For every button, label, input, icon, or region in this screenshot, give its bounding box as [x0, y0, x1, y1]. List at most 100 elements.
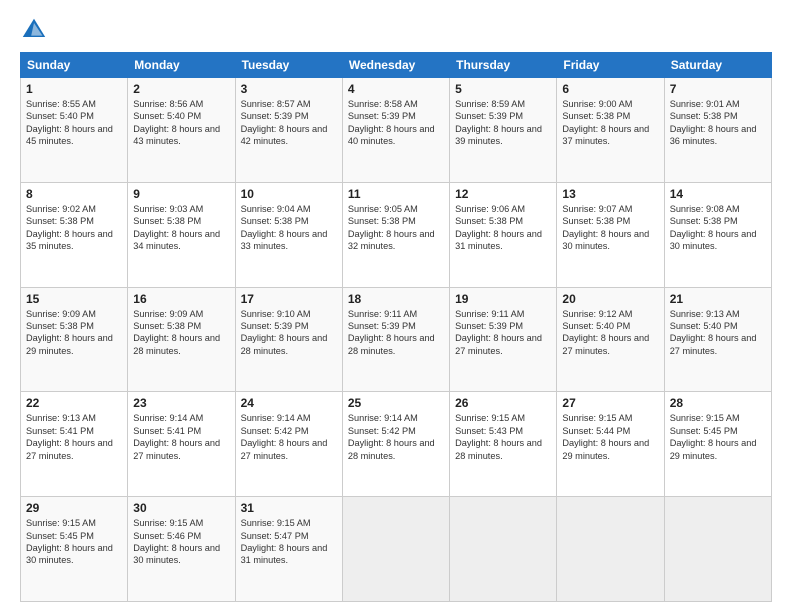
calendar-cell: 22 Sunrise: 9:13 AMSunset: 5:41 PMDayligh… [21, 392, 128, 497]
cell-info: Sunrise: 9:00 AMSunset: 5:38 PMDaylight:… [562, 99, 649, 146]
cell-info: Sunrise: 9:09 AMSunset: 5:38 PMDaylight:… [26, 309, 113, 356]
cell-info: Sunrise: 9:09 AMSunset: 5:38 PMDaylight:… [133, 309, 220, 356]
calendar-cell: 16 Sunrise: 9:09 AMSunset: 5:38 PMDayligh… [128, 287, 235, 392]
day-header-monday: Monday [128, 53, 235, 78]
cell-info: Sunrise: 9:11 AMSunset: 5:39 PMDaylight:… [455, 309, 542, 356]
calendar-cell: 25Sunrise: 9:14 AMSunset: 5:42 PMDayligh… [342, 392, 449, 497]
calendar-cell: 12 Sunrise: 9:06 AMSunset: 5:38 PMDayligh… [450, 182, 557, 287]
day-number: 5 [455, 82, 551, 96]
calendar-cell [664, 497, 771, 602]
calendar-cell: 10Sunrise: 9:04 AMSunset: 5:38 PMDayligh… [235, 182, 342, 287]
calendar-cell: 6 Sunrise: 9:00 AMSunset: 5:38 PMDaylight… [557, 78, 664, 183]
calendar-cell: 28 Sunrise: 9:15 AMSunset: 5:45 PMDayligh… [664, 392, 771, 497]
calendar-cell: 30 Sunrise: 9:15 AMSunset: 5:46 PMDayligh… [128, 497, 235, 602]
cell-info: Sunrise: 9:08 AMSunset: 5:38 PMDaylight:… [670, 204, 757, 251]
day-number: 8 [26, 187, 122, 201]
week-row-1: 1 Sunrise: 8:55 AMSunset: 5:40 PMDaylight… [21, 78, 772, 183]
day-number: 21 [670, 292, 766, 306]
day-number: 16 [133, 292, 229, 306]
calendar-cell: 1 Sunrise: 8:55 AMSunset: 5:40 PMDaylight… [21, 78, 128, 183]
day-number: 29 [26, 501, 122, 515]
day-number: 11 [348, 187, 444, 201]
cell-info: Sunrise: 8:56 AMSunset: 5:40 PMDaylight:… [133, 99, 220, 146]
day-header-wednesday: Wednesday [342, 53, 449, 78]
day-number: 22 [26, 396, 122, 410]
header [20, 16, 772, 44]
day-number: 30 [133, 501, 229, 515]
week-row-5: 29 Sunrise: 9:15 AMSunset: 5:45 PMDayligh… [21, 497, 772, 602]
logo-icon [20, 16, 48, 44]
day-number: 3 [241, 82, 337, 96]
cell-info: Sunrise: 9:02 AMSunset: 5:38 PMDaylight:… [26, 204, 113, 251]
day-number: 9 [133, 187, 229, 201]
calendar-cell: 3Sunrise: 8:57 AMSunset: 5:39 PMDaylight… [235, 78, 342, 183]
week-row-3: 15 Sunrise: 9:09 AMSunset: 5:38 PMDayligh… [21, 287, 772, 392]
cell-info: Sunrise: 9:06 AMSunset: 5:38 PMDaylight:… [455, 204, 542, 251]
day-number: 12 [455, 187, 551, 201]
day-number: 17 [241, 292, 337, 306]
page: SundayMondayTuesdayWednesdayThursdayFrid… [0, 0, 792, 612]
cell-info: Sunrise: 9:15 AMSunset: 5:45 PMDaylight:… [26, 518, 113, 565]
calendar-cell: 20 Sunrise: 9:12 AMSunset: 5:40 PMDayligh… [557, 287, 664, 392]
day-header-sunday: Sunday [21, 53, 128, 78]
calendar-cell: 4 Sunrise: 8:58 AMSunset: 5:39 PMDaylight… [342, 78, 449, 183]
calendar-cell: 9 Sunrise: 9:03 AMSunset: 5:38 PMDaylight… [128, 182, 235, 287]
cell-info: Sunrise: 8:58 AMSunset: 5:39 PMDaylight:… [348, 99, 435, 146]
day-number: 15 [26, 292, 122, 306]
calendar-cell: 18 Sunrise: 9:11 AMSunset: 5:39 PMDayligh… [342, 287, 449, 392]
day-number: 23 [133, 396, 229, 410]
cell-info: Sunrise: 9:14 AMSunset: 5:42 PMDaylight:… [241, 413, 328, 460]
calendar-body: 1 Sunrise: 8:55 AMSunset: 5:40 PMDaylight… [21, 78, 772, 602]
cell-info: Sunrise: 9:13 AMSunset: 5:40 PMDaylight:… [670, 309, 757, 356]
calendar-cell: 14 Sunrise: 9:08 AMSunset: 5:38 PMDayligh… [664, 182, 771, 287]
day-number: 20 [562, 292, 658, 306]
day-number: 28 [670, 396, 766, 410]
day-number: 31 [241, 501, 337, 515]
calendar-header-row: SundayMondayTuesdayWednesdayThursdayFrid… [21, 53, 772, 78]
day-number: 14 [670, 187, 766, 201]
cell-info: Sunrise: 9:15 AMSunset: 5:44 PMDaylight:… [562, 413, 649, 460]
day-number: 18 [348, 292, 444, 306]
calendar-cell: 23Sunrise: 9:14 AMSunset: 5:41 PMDayligh… [128, 392, 235, 497]
day-header-saturday: Saturday [664, 53, 771, 78]
calendar-cell: 7Sunrise: 9:01 AMSunset: 5:38 PMDaylight… [664, 78, 771, 183]
day-number: 13 [562, 187, 658, 201]
cell-info: Sunrise: 8:59 AMSunset: 5:39 PMDaylight:… [455, 99, 542, 146]
cell-info: Sunrise: 9:03 AMSunset: 5:38 PMDaylight:… [133, 204, 220, 251]
calendar-cell: 29 Sunrise: 9:15 AMSunset: 5:45 PMDayligh… [21, 497, 128, 602]
day-number: 10 [241, 187, 337, 201]
cell-info: Sunrise: 9:05 AMSunset: 5:38 PMDaylight:… [348, 204, 435, 251]
day-number: 6 [562, 82, 658, 96]
logo [20, 16, 52, 44]
cell-info: Sunrise: 9:15 AMSunset: 5:46 PMDaylight:… [133, 518, 220, 565]
cell-info: Sunrise: 9:15 AMSunset: 5:43 PMDaylight:… [455, 413, 542, 460]
calendar-cell [557, 497, 664, 602]
calendar-cell: 21 Sunrise: 9:13 AMSunset: 5:40 PMDayligh… [664, 287, 771, 392]
calendar-cell: 15 Sunrise: 9:09 AMSunset: 5:38 PMDayligh… [21, 287, 128, 392]
week-row-2: 8 Sunrise: 9:02 AMSunset: 5:38 PMDaylight… [21, 182, 772, 287]
calendar-cell: 27 Sunrise: 9:15 AMSunset: 5:44 PMDayligh… [557, 392, 664, 497]
day-number: 27 [562, 396, 658, 410]
day-number: 26 [455, 396, 551, 410]
day-number: 19 [455, 292, 551, 306]
cell-info: Sunrise: 9:11 AMSunset: 5:39 PMDaylight:… [348, 309, 435, 356]
day-number: 2 [133, 82, 229, 96]
day-number: 4 [348, 82, 444, 96]
calendar-cell: 26 Sunrise: 9:15 AMSunset: 5:43 PMDayligh… [450, 392, 557, 497]
calendar-table: SundayMondayTuesdayWednesdayThursdayFrid… [20, 52, 772, 602]
day-number: 24 [241, 396, 337, 410]
day-number: 1 [26, 82, 122, 96]
calendar-cell: 11 Sunrise: 9:05 AMSunset: 5:38 PMDayligh… [342, 182, 449, 287]
cell-info: Sunrise: 9:12 AMSunset: 5:40 PMDaylight:… [562, 309, 649, 356]
calendar-cell: 24 Sunrise: 9:14 AMSunset: 5:42 PMDayligh… [235, 392, 342, 497]
calendar-cell: 31Sunrise: 9:15 AMSunset: 5:47 PMDayligh… [235, 497, 342, 602]
day-header-tuesday: Tuesday [235, 53, 342, 78]
day-number: 25 [348, 396, 444, 410]
cell-info: Sunrise: 8:55 AMSunset: 5:40 PMDaylight:… [26, 99, 113, 146]
cell-info: Sunrise: 9:15 AMSunset: 5:45 PMDaylight:… [670, 413, 757, 460]
calendar-cell: 5 Sunrise: 8:59 AMSunset: 5:39 PMDaylight… [450, 78, 557, 183]
calendar-cell: 17Sunrise: 9:10 AMSunset: 5:39 PMDayligh… [235, 287, 342, 392]
cell-info: Sunrise: 9:13 AMSunset: 5:41 PMDaylight:… [26, 413, 113, 460]
week-row-4: 22 Sunrise: 9:13 AMSunset: 5:41 PMDayligh… [21, 392, 772, 497]
day-number: 7 [670, 82, 766, 96]
